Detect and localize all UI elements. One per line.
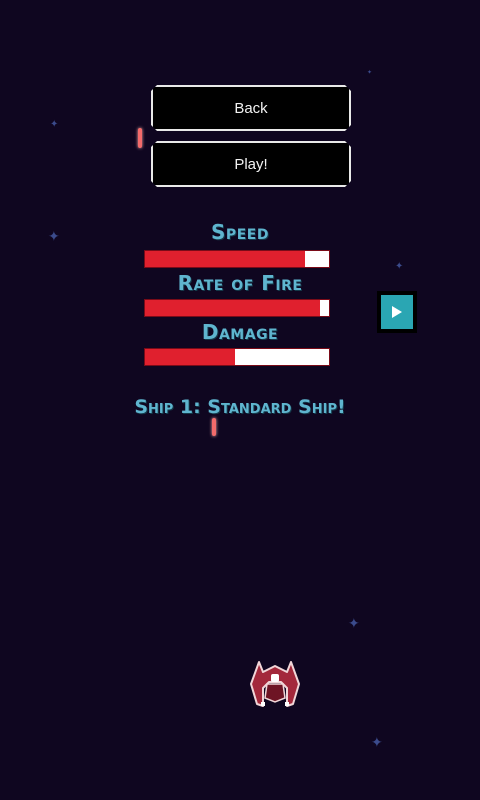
next-ship-button[interactable] — [377, 291, 417, 333]
speed-bar — [144, 250, 330, 268]
damage-bar-fill — [145, 349, 236, 365]
star-icon: ✦ — [348, 615, 360, 631]
star-icon: ✦ — [367, 70, 373, 76]
star-icon: ✦ — [50, 119, 59, 130]
ship-name: Ship 1: Standard Ship! — [134, 396, 346, 418]
star-icon: ✦ — [395, 261, 404, 272]
next-ship-button-face — [381, 295, 413, 329]
rate-of-fire-label: Rate of Fire — [177, 271, 303, 295]
speed-bar-fill — [145, 251, 306, 267]
star-icon: ✦ — [371, 734, 383, 750]
star-icon: ✦ — [48, 228, 60, 244]
play-button-label: Play! — [234, 155, 268, 173]
back-button-label: Back — [234, 99, 268, 117]
play-triangle-icon — [392, 306, 402, 318]
laser-shot — [212, 418, 216, 436]
damage-bar — [144, 348, 330, 366]
player-ship-icon — [250, 661, 300, 707]
laser-shot — [138, 128, 142, 148]
rate-of-fire-bar-fill — [145, 300, 320, 316]
rate-of-fire-bar — [144, 299, 330, 317]
back-button[interactable]: Back — [151, 85, 351, 131]
speed-label: Speed — [211, 220, 269, 244]
damage-label: Damage — [201, 320, 279, 344]
play-button[interactable]: Play! — [151, 141, 351, 187]
